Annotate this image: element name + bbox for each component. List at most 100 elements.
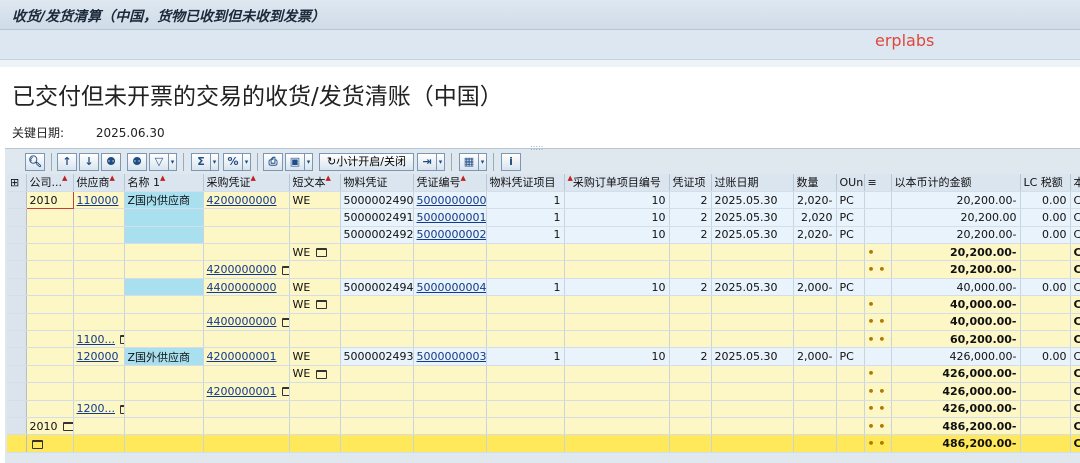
col-quantity[interactable]: 数量 <box>793 174 837 192</box>
vendor-link[interactable]: 1200... <box>77 402 115 415</box>
row-selector[interactable] <box>7 434 27 453</box>
col-vendor[interactable]: 供应商▲ <box>73 174 125 192</box>
vendor-link[interactable]: 110000 <box>77 194 119 207</box>
grand-total-amount: 486,200.00- <box>891 434 1021 453</box>
print-icon[interactable]: ⎙ <box>263 153 283 171</box>
row-selector[interactable] <box>7 208 27 227</box>
doc-number-link[interactable]: 5000000002 <box>417 228 486 241</box>
posting-date-cell: 2025.05.30 <box>711 226 794 245</box>
subtotal-icon <box>282 317 288 327</box>
purchase-doc-link[interactable]: 4200000001 <box>207 385 277 398</box>
col-material-doc-item[interactable]: 物料凭证项目 <box>486 174 565 192</box>
quantity-cell: 2,020- <box>793 191 837 210</box>
col-oun[interactable]: OUn <box>836 174 865 192</box>
purchase-doc-link[interactable]: 4200000000 <box>207 194 277 207</box>
export-dropdown-icon[interactable]: ▾ <box>437 153 445 171</box>
currency-cell: CNY <box>1070 295 1080 314</box>
subtotal-row[interactable]: WE • 40,000.00- CNY <box>7 295 1080 314</box>
col-po-item[interactable]: ▲采购订单项目编号 <box>564 174 670 192</box>
subtotal-row[interactable]: 1100... • • • 60,200.00- CNY <box>7 330 1080 349</box>
purchase-doc-link[interactable]: 4400000000 <box>207 281 277 294</box>
subtotal-row[interactable]: 2010 • • • • 486,200.00- CNY <box>7 417 1080 436</box>
purchase-doc-link[interactable]: 4200000001 <box>207 350 277 363</box>
subtotal-dropdown-icon[interactable]: ▾ <box>243 153 251 171</box>
row-selector[interactable] <box>7 278 27 297</box>
views-icon[interactable]: ▣ <box>285 153 305 171</box>
col-company[interactable]: 公司...▲ <box>26 174 74 192</box>
layout-dropdown-icon[interactable]: ▾ <box>479 153 487 171</box>
col-material-doc[interactable]: 物料凭证 <box>340 174 414 192</box>
table-row[interactable]: 5000002492 5000000002 1 10 2 2025.05.30 … <box>7 226 1080 245</box>
vendor-link[interactable]: 1100... <box>77 333 115 346</box>
details-icon[interactable]: 🔍︎ <box>25 153 45 171</box>
subtotal-amount: 486,200.00- <box>891 417 1021 436</box>
col-posting-date[interactable]: 过账日期 <box>711 174 794 192</box>
sum-dropdown-icon[interactable]: ▾ <box>211 153 219 171</box>
layout-icon[interactable]: ▦ <box>459 153 479 171</box>
subtotal-icon[interactable]: % <box>223 153 243 171</box>
col-doc-number[interactable]: 凭证编号▲ <box>413 174 487 192</box>
amount-cell: 40,000.00- <box>891 278 1021 297</box>
row-selector[interactable] <box>7 295 27 314</box>
row-selector[interactable] <box>7 313 27 332</box>
subtotal-row[interactable]: 4400000000 • • 40,000.00- CNY <box>7 313 1080 332</box>
subtotal-row[interactable]: 4200000000 • • 20,200.00- CNY <box>7 260 1080 279</box>
doc-number-link[interactable]: 5000000001 <box>417 211 486 224</box>
col-doc-item[interactable]: 凭证项 <box>669 174 712 192</box>
row-selector[interactable] <box>7 347 27 366</box>
row-selector[interactable] <box>7 417 27 436</box>
alv-toolbar: 🔍︎ ↑ ↓ ⚉ ⚉ ▽ ▾ Σ ▾ % ▾ ⎙ ▣ ▾ ↻小计开启/关闭 ⇥ … <box>5 151 1080 173</box>
find-next-icon[interactable]: ⚉ <box>127 153 147 171</box>
company-cell: 2010 <box>29 419 58 433</box>
col-aggregation[interactable]: ≡ <box>864 174 892 192</box>
currency-cell: CNY <box>1070 434 1080 453</box>
filter-icon[interactable]: ▽ <box>149 153 169 171</box>
table-row[interactable]: 5000002491 5000000001 1 10 2 2025.05.30 … <box>7 208 1080 227</box>
filter-dropdown-icon[interactable]: ▾ <box>169 153 177 171</box>
short-text-cell: WE <box>292 367 311 381</box>
subtotal-row[interactable]: 1200... • • • 426,000.00- CNY <box>7 400 1080 418</box>
col-amount-lc[interactable]: 以本币计的金额 <box>891 174 1021 192</box>
row-selector[interactable] <box>7 330 27 349</box>
col-purchase-doc[interactable]: 采购凭证▲ <box>203 174 290 192</box>
col-name1[interactable]: 名称 1▲ <box>124 174 204 192</box>
row-selector[interactable] <box>7 191 27 210</box>
purchase-doc-link[interactable]: 4400000000 <box>207 315 277 328</box>
row-selector[interactable] <box>7 365 27 384</box>
subtotal-icon <box>315 248 327 258</box>
material-doc-cell: 5000002491 <box>340 208 414 227</box>
purchase-doc-link[interactable]: 4200000000 <box>207 263 277 276</box>
row-selector[interactable] <box>7 226 27 245</box>
select-all-icon[interactable]: ⊞ <box>7 174 27 192</box>
info-icon[interactable]: i <box>501 153 521 171</box>
sort-descending-icon[interactable]: ↓ <box>79 153 99 171</box>
find-icon[interactable]: ⚉ <box>101 153 121 171</box>
doc-number-link[interactable]: 5000000004 <box>417 281 486 294</box>
col-currency[interactable]: 本币 <box>1070 174 1080 192</box>
col-short-text[interactable]: 短文本▲ <box>289 174 341 192</box>
vendor-link[interactable]: 120000 <box>77 350 119 363</box>
grand-total-row[interactable]: • • • • • 486,200.00- CNY <box>7 434 1080 453</box>
table-row[interactable]: 120000 Z国外供应商 4200000001 WE 5000002493 5… <box>7 347 1080 366</box>
sort-ascending-icon[interactable]: ↑ <box>57 153 77 171</box>
subtotal-row[interactable]: WE • 20,200.00- CNY <box>7 243 1080 262</box>
doc-number-link[interactable]: 5000000000 <box>417 194 486 207</box>
doc-number-link[interactable]: 5000000003 <box>417 350 486 363</box>
views-dropdown-icon[interactable]: ▾ <box>305 153 313 171</box>
sum-icon[interactable]: Σ <box>191 153 211 171</box>
currency-cell: CNY <box>1070 208 1080 227</box>
table-row[interactable]: 2010 110000 Z国内供应商 4200000000 WE 5000002… <box>7 190 1080 210</box>
subtotal-row[interactable]: WE • 426,000.00- CNY <box>7 365 1080 384</box>
export-icon[interactable]: ⇥ <box>417 153 437 171</box>
col-lc-tax[interactable]: LC 税额 <box>1020 174 1071 192</box>
company-cell[interactable]: 2010 <box>25 190 74 210</box>
report-heading: 已交付但未开票的交易的收货/发货清账（中国） <box>12 84 503 110</box>
row-selector[interactable] <box>7 243 27 262</box>
subtotal-row[interactable]: 4200000001 • • 426,000.00- CNY <box>7 382 1080 401</box>
doc-item-cell: 2 <box>669 347 712 366</box>
row-selector[interactable] <box>7 260 27 279</box>
table-row[interactable]: 4400000000 WE 5000002494 5000000004 1 10… <box>7 278 1080 297</box>
subtotal-toggle-button[interactable]: ↻小计开启/关闭 <box>319 153 414 171</box>
row-selector[interactable] <box>7 382 27 401</box>
row-selector[interactable] <box>7 400 27 418</box>
